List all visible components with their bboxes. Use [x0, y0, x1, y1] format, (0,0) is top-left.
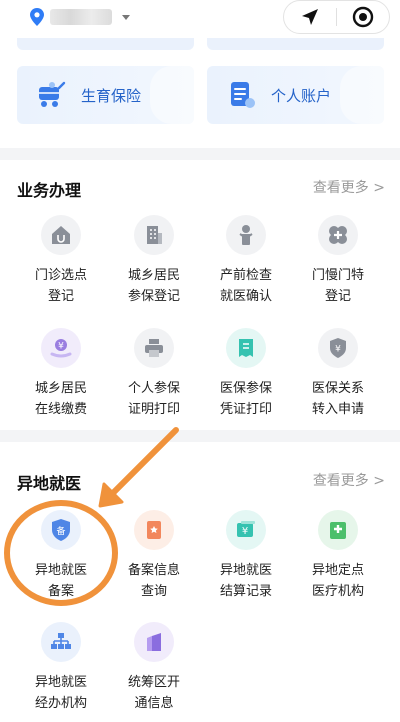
icon-container: 备 — [41, 510, 81, 550]
service-label: 城乡居民 在线缴费 — [34, 381, 87, 417]
service-resident-payment[interactable]: ¥ 城乡居民 在线缴费 — [15, 328, 107, 420]
receipt-icon — [239, 339, 253, 357]
certificate-icon — [147, 521, 161, 539]
location-name-blurred — [50, 9, 112, 25]
svg-text:¥: ¥ — [335, 345, 341, 355]
banner-card-decoration — [150, 66, 194, 124]
building-icon — [147, 226, 162, 244]
icon-container — [134, 328, 174, 368]
banner-card-remnant — [207, 38, 384, 50]
banner-card-label: 个人账户 — [271, 86, 332, 105]
icon-container — [134, 510, 174, 550]
banner-card-maternity[interactable]: 生育保险 — [17, 66, 194, 124]
service-label: 异地就医 备案 — [34, 563, 87, 599]
icon-container — [318, 215, 358, 255]
icon-container: ¥ — [226, 510, 266, 550]
printer-icon — [145, 339, 163, 357]
location-pin-icon — [30, 8, 44, 26]
view-more-link[interactable]: 查看更多 > — [313, 177, 385, 197]
banner-section: 生育保险 个人账户 — [0, 36, 400, 148]
icon-container — [41, 622, 81, 662]
business-section: 业务办理 查看更多 > 门诊选点 登记 城乡居民 参保登记 产前检查 就医确认 … — [0, 160, 400, 430]
location-selector[interactable] — [30, 8, 130, 26]
service-chronic-disease[interactable]: 门慢门特 登记 — [292, 215, 384, 307]
navigation-arrow-icon — [302, 9, 318, 25]
icon-container: ¥ — [318, 328, 358, 368]
service-prenatal-check[interactable]: 产前检查 就医确认 — [200, 215, 292, 307]
service-label: 门慢门特 登记 — [311, 268, 364, 304]
section-title: 业务办理 — [17, 181, 82, 200]
service-label: 门诊选点 登记 — [34, 268, 87, 304]
service-relation-transfer[interactable]: ¥ 医保关系 转入申请 — [292, 328, 384, 420]
stroller-icon — [39, 81, 66, 107]
service-label: 异地就医 经办机构 — [34, 675, 87, 711]
record-target-icon — [352, 6, 374, 28]
icon-container — [134, 215, 174, 255]
hospital-icon — [330, 522, 346, 539]
service-label: 异地定点 医疗机构 — [311, 563, 364, 599]
service-enrollment-certificate-print[interactable]: 个人参保 证明打印 — [108, 328, 200, 420]
icon-container — [318, 510, 358, 550]
service-insurance-voucher-print[interactable]: 医保参保 凭证打印 — [200, 328, 292, 420]
mini-program-capsule — [283, 0, 390, 34]
banner-card-label: 生育保险 — [81, 86, 142, 105]
service-label: 统筹区开 通信息 — [127, 675, 180, 711]
record-button[interactable] — [337, 1, 389, 33]
service-designated-institutions[interactable]: 异地定点 医疗机构 — [292, 510, 384, 602]
view-more-link[interactable]: 查看更多 > — [313, 470, 385, 490]
book-icon — [147, 633, 161, 651]
org-chart-icon — [51, 633, 71, 649]
service-label: 产前检查 就医确认 — [219, 268, 272, 304]
yuan-badge: ¥ — [242, 526, 248, 537]
yuan-card-icon: ¥ — [237, 521, 255, 537]
chevron-down-icon — [122, 14, 130, 20]
icon-container: ¥ — [41, 328, 81, 368]
icon-container — [226, 328, 266, 368]
record-badge: 备 — [56, 525, 65, 537]
service-label: 备案信息 查询 — [127, 563, 180, 599]
service-label: 城乡居民 参保登记 — [127, 268, 180, 304]
service-label: 医保关系 转入申请 — [311, 381, 364, 417]
navigation-button[interactable] — [284, 1, 336, 33]
service-handling-agencies[interactable]: 异地就医 经办机构 — [15, 622, 107, 714]
top-bar — [0, 0, 400, 36]
banner-card-remnant — [17, 38, 194, 50]
shield-yuan-icon: ¥ — [330, 338, 346, 358]
icon-container — [41, 215, 81, 255]
icon-container — [134, 622, 174, 662]
shield-record-icon: 备 — [52, 519, 70, 541]
svg-text:¥: ¥ — [58, 342, 64, 352]
clinic-house-icon — [52, 226, 70, 244]
baby-icon — [239, 225, 253, 245]
service-label: 医保参保 凭证打印 — [219, 381, 272, 417]
yuan-hand-icon: ¥ — [50, 339, 72, 358]
service-label: 异地就医 结算记录 — [219, 563, 272, 599]
banner-card-decoration — [340, 66, 384, 124]
service-record-query[interactable]: 备案信息 查询 — [108, 510, 200, 602]
service-coordination-area-info[interactable]: 统筹区开 通信息 — [108, 622, 200, 714]
service-settlement-records[interactable]: ¥ 异地就医 结算记录 — [200, 510, 292, 602]
service-offsite-record[interactable]: 备 异地就医 备案 — [15, 510, 107, 602]
offsite-medical-section: 异地就医 查看更多 > 备 异地就医 备案 备案信息 查询 ¥ 异地就医 结算记… — [0, 442, 400, 722]
banner-card-personal-account[interactable]: 个人账户 — [207, 66, 384, 124]
medical-cross-icon — [329, 226, 347, 244]
account-document-icon — [231, 82, 255, 108]
service-outpatient-selection[interactable]: 门诊选点 登记 — [15, 215, 107, 307]
icon-container — [226, 215, 266, 255]
service-resident-enrollment[interactable]: 城乡居民 参保登记 — [108, 215, 200, 307]
service-label: 个人参保 证明打印 — [127, 381, 180, 417]
section-title: 异地就医 — [17, 474, 82, 493]
